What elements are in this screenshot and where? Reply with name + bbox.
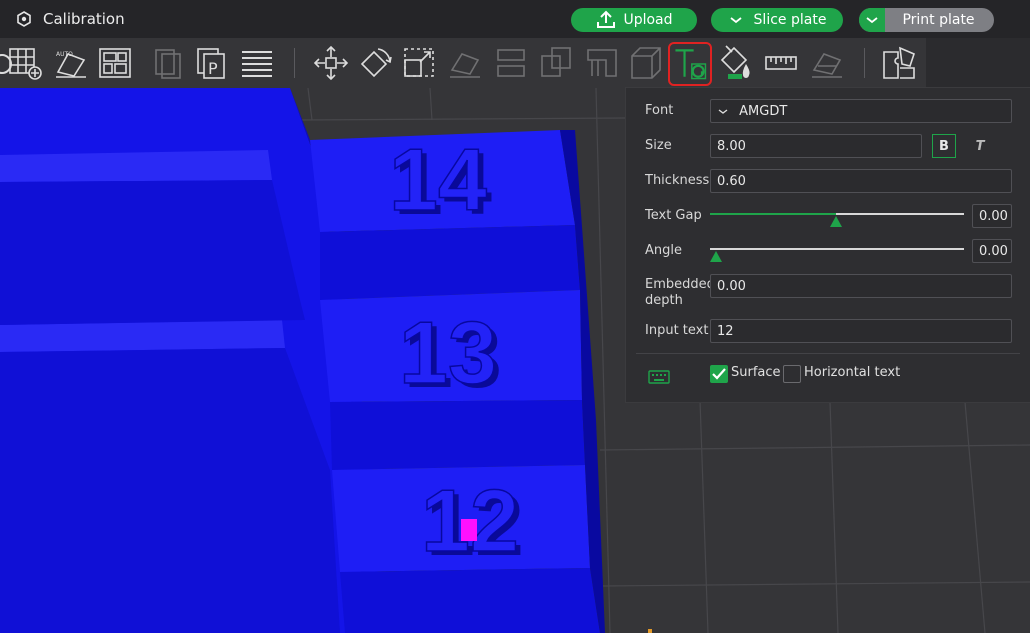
cut-icon[interactable] [492, 44, 530, 82]
upload-label: Upload [623, 12, 673, 28]
print-plate-button[interactable]: Print plate [859, 8, 994, 32]
embedded-depth-label-line2: depth [645, 293, 683, 308]
text-gap-label: Text Gap [645, 208, 702, 223]
measure-icon[interactable] [762, 44, 800, 82]
font-select[interactable]: AMGDT [710, 99, 1012, 123]
surface-label: Surface [731, 365, 781, 380]
scale-icon[interactable] [400, 44, 438, 82]
size-label: Size [645, 138, 672, 153]
title-bar: Calibration Upload Slice plate Print pla… [0, 0, 1030, 38]
input-text-label: Input text [645, 323, 709, 338]
print-dropdown-toggle[interactable] [859, 8, 885, 32]
layers-icon[interactable] [238, 44, 276, 82]
surface-checkbox[interactable] [710, 365, 728, 383]
font-label: Font [645, 103, 674, 118]
slice-plate-label: Slice plate [753, 12, 827, 28]
thickness-input[interactable]: 0.60 [710, 169, 1012, 193]
split-objects-icon[interactable] [150, 44, 188, 82]
checkmark-icon [712, 368, 726, 380]
model-label-14: 14 [389, 130, 487, 229]
support-painting-icon[interactable] [584, 44, 622, 82]
text-tool-icon[interactable] [668, 42, 712, 86]
bold-button[interactable]: B [932, 134, 956, 158]
svg-text:P: P [208, 59, 218, 78]
font-value: AMGDT [739, 104, 788, 119]
embedded-depth-input[interactable]: 0.00 [710, 274, 1012, 298]
selected-face-marker [461, 519, 477, 541]
chevron-down-icon [729, 17, 742, 24]
window-title: Calibration [43, 10, 125, 28]
upload-icon [597, 10, 616, 28]
text-gap-slider-fill [710, 213, 836, 215]
model-label-13: 13 [399, 303, 497, 402]
embedded-depth-label: Embedded [645, 277, 715, 292]
chevron-down-icon [718, 108, 728, 114]
text-tool-panel: Font AMGDT Size 8.00 B T Thickness 0.60 … [626, 88, 1030, 402]
toolbar-divider [864, 48, 865, 78]
assembly-icon[interactable] [880, 44, 918, 82]
settings-hex-icon[interactable] [16, 11, 32, 27]
slice-plate-button[interactable]: Slice plate [711, 8, 843, 32]
input-text-field[interactable]: 12 [710, 319, 1012, 343]
angle-slider[interactable] [710, 248, 964, 250]
lay-on-face-icon[interactable] [446, 44, 484, 82]
move-icon[interactable] [312, 44, 350, 82]
variable-layer-icon[interactable] [808, 44, 846, 82]
seam-painting-icon[interactable] [628, 44, 666, 82]
chevron-down-icon [866, 17, 878, 24]
axis-marker [648, 629, 652, 633]
split-parts-icon[interactable]: P [194, 44, 232, 82]
size-input[interactable]: 8.00 [710, 134, 922, 158]
main-toolbar: AUTO P [0, 38, 926, 88]
panel-divider [636, 353, 1020, 354]
horizontal-text-checkbox[interactable] [783, 365, 801, 383]
rotate-icon[interactable] [356, 44, 394, 82]
keyboard-icon[interactable] [648, 369, 670, 385]
italic-button[interactable]: T [968, 134, 992, 158]
text-gap-slider-thumb[interactable] [830, 216, 842, 227]
thickness-label: Thickness [645, 173, 710, 188]
color-painting-icon[interactable] [718, 44, 756, 82]
horizontal-text-label: Horizontal text [804, 365, 901, 380]
auto-orient-icon[interactable]: AUTO [52, 44, 90, 82]
add-plate-icon[interactable] [6, 44, 44, 82]
arrange-icon[interactable] [96, 44, 134, 82]
print-plate-label: Print plate [902, 12, 975, 28]
angle-label: Angle [645, 243, 682, 258]
angle-slider-thumb[interactable] [710, 251, 722, 262]
angle-input[interactable]: 0.00 [972, 239, 1012, 263]
toolbar-divider [294, 48, 295, 78]
svg-text:AUTO: AUTO [56, 51, 73, 58]
mesh-boolean-icon[interactable] [538, 44, 576, 82]
text-gap-input[interactable]: 0.00 [972, 204, 1012, 228]
upload-button[interactable]: Upload [571, 8, 697, 32]
